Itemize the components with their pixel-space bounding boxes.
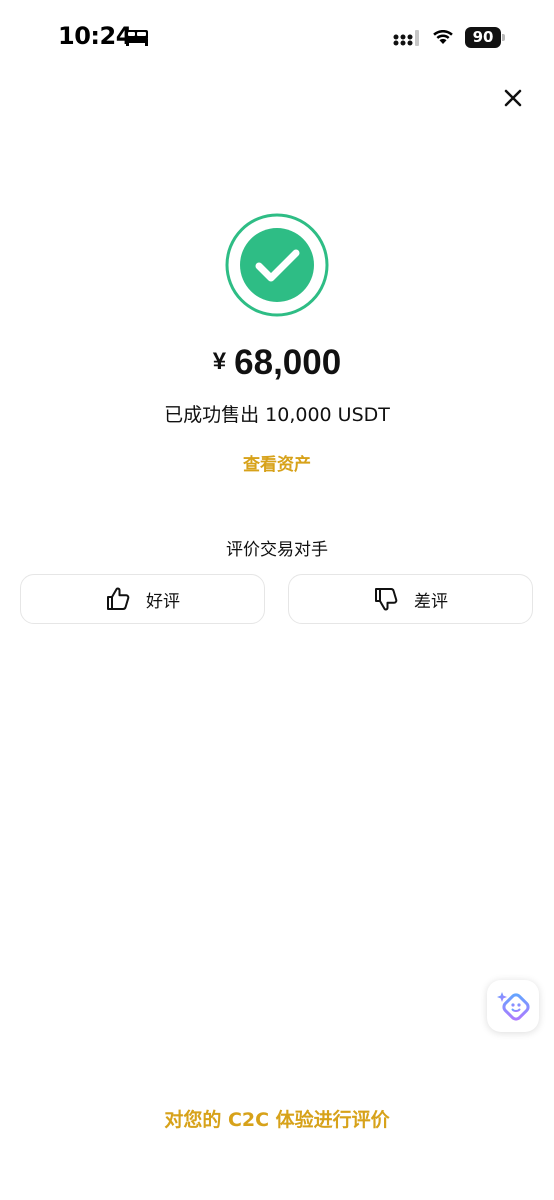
- currency-symbol: ¥: [212, 348, 227, 375]
- positive-rating-button[interactable]: 好评: [20, 574, 265, 624]
- status-bar: 10:24 90: [0, 0, 554, 76]
- assistant-icon: [497, 992, 530, 1021]
- bed-icon: [126, 30, 148, 46]
- battery-level: 90: [465, 27, 501, 48]
- positive-rating-label: 好评: [146, 591, 180, 612]
- wifi-icon: [433, 29, 453, 44]
- amount-value: 68,000: [234, 343, 342, 382]
- assistant-button[interactable]: [487, 980, 539, 1032]
- thumbs-down-icon: [375, 588, 398, 611]
- status-time: 10:24: [58, 22, 132, 50]
- battery-tip: [502, 34, 505, 41]
- c2c-feedback-link[interactable]: 对您的 C2C 体验进行评价: [0, 1105, 554, 1132]
- sold-message: 已成功售出 10,000 USDT: [164, 404, 390, 426]
- negative-rating-label: 差评: [414, 591, 448, 612]
- battery-icon: 90: [465, 27, 505, 48]
- close-icon[interactable]: [496, 81, 530, 115]
- negative-rating-button[interactable]: 差评: [288, 574, 533, 624]
- view-assets-link[interactable]: 查看资产: [217, 450, 337, 475]
- check-circle-icon: [225, 213, 329, 317]
- thumbs-up-icon: [107, 587, 130, 610]
- rate-counterparty-title: 评价交易对手: [226, 540, 328, 560]
- signal-icon: [393, 30, 419, 46]
- sale-amount: ¥68,000: [0, 343, 554, 383]
